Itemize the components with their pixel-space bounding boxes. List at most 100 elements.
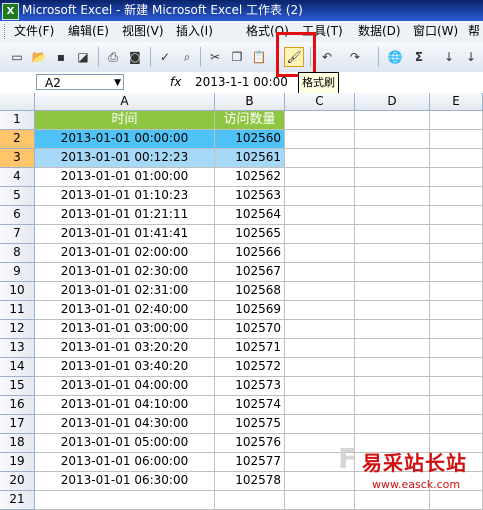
copy-icon[interactable]: ❐ [228, 48, 246, 66]
visits-cell[interactable]: 102573 [215, 377, 285, 396]
cell[interactable] [355, 320, 430, 339]
cell[interactable] [285, 111, 355, 130]
visits-cell[interactable]: 102566 [215, 244, 285, 263]
time-cell[interactable]: 2013-01-01 00:12:23 [35, 149, 215, 168]
row-header[interactable]: 13 [0, 339, 35, 358]
visits-cell[interactable]: 102564 [215, 206, 285, 225]
cell[interactable] [285, 339, 355, 358]
cell[interactable] [355, 415, 430, 434]
spelling-icon[interactable]: ✓ [156, 48, 174, 66]
cell[interactable] [285, 301, 355, 320]
cell[interactable] [430, 263, 483, 282]
time-cell[interactable]: 2013-01-01 01:21:11 [35, 206, 215, 225]
visits-cell[interactable]: 102563 [215, 187, 285, 206]
cell[interactable] [355, 149, 430, 168]
row-header[interactable]: 7 [0, 225, 35, 244]
time-cell[interactable]: 2013-01-01 04:00:00 [35, 377, 215, 396]
time-cell[interactable]: 2013-01-01 06:00:00 [35, 453, 215, 472]
time-cell[interactable] [35, 491, 215, 510]
cell[interactable] [355, 396, 430, 415]
row-header[interactable]: 20 [0, 472, 35, 491]
cell[interactable] [430, 301, 483, 320]
column-header-a[interactable]: A [35, 93, 215, 111]
cell[interactable] [355, 130, 430, 149]
cell[interactable] [285, 263, 355, 282]
visits-cell[interactable] [215, 491, 285, 510]
cell[interactable] [355, 225, 430, 244]
time-cell[interactable]: 2013-01-01 05:00:00 [35, 434, 215, 453]
cell[interactable] [285, 225, 355, 244]
cell[interactable] [430, 130, 483, 149]
cell[interactable] [355, 377, 430, 396]
cell[interactable] [430, 339, 483, 358]
cell[interactable] [430, 320, 483, 339]
row-header[interactable]: 6 [0, 206, 35, 225]
menu-window[interactable]: 窗口(W) [413, 21, 458, 42]
cell[interactable] [430, 415, 483, 434]
time-cell[interactable]: 2013-01-01 06:30:00 [35, 472, 215, 491]
menu-grip[interactable] [4, 24, 8, 39]
time-cell[interactable]: 2013-01-01 03:40:20 [35, 358, 215, 377]
row-header[interactable]: 1 [0, 111, 35, 130]
visits-cell[interactable]: 102560 [215, 130, 285, 149]
row-header[interactable]: 3 [0, 149, 35, 168]
visits-cell[interactable]: 102572 [215, 358, 285, 377]
time-cell[interactable]: 2013-01-01 01:10:23 [35, 187, 215, 206]
cell[interactable] [430, 377, 483, 396]
cell[interactable] [430, 396, 483, 415]
new-icon[interactable]: ▭ [8, 48, 26, 66]
row-header[interactable]: 14 [0, 358, 35, 377]
row-header[interactable]: 16 [0, 396, 35, 415]
visits-cell[interactable]: 102568 [215, 282, 285, 301]
cut-icon[interactable]: ✂ [206, 48, 224, 66]
fx-icon[interactable]: fx [170, 74, 181, 90]
cell[interactable] [355, 187, 430, 206]
cell[interactable] [430, 111, 483, 130]
time-cell[interactable]: 2013-01-01 04:30:00 [35, 415, 215, 434]
sort-asc-icon[interactable]: ↓ [440, 48, 458, 66]
cell[interactable] [355, 491, 430, 510]
visits-cell[interactable]: 102577 [215, 453, 285, 472]
cell[interactable] [355, 111, 430, 130]
visits-cell[interactable]: 102565 [215, 225, 285, 244]
menu-help[interactable]: 帮 [468, 21, 480, 42]
cell[interactable] [355, 282, 430, 301]
cell[interactable] [355, 263, 430, 282]
row-header[interactable]: 2 [0, 130, 35, 149]
visits-cell[interactable]: 102576 [215, 434, 285, 453]
cell[interactable] [430, 168, 483, 187]
cell[interactable] [430, 244, 483, 263]
header-cell-visits[interactable]: 访问数量 [215, 111, 285, 130]
menu-file[interactable]: 文件(F) [14, 21, 54, 42]
cell[interactable] [285, 187, 355, 206]
header-cell-time[interactable]: 时间 [35, 111, 215, 130]
time-cell[interactable]: 2013-01-01 02:30:00 [35, 263, 215, 282]
autosum-icon[interactable]: Σ [410, 48, 428, 66]
visits-cell[interactable]: 102575 [215, 415, 285, 434]
visits-cell[interactable]: 102561 [215, 149, 285, 168]
redo-icon[interactable]: ↷ [346, 48, 364, 66]
cell[interactable] [285, 149, 355, 168]
cell[interactable] [355, 339, 430, 358]
sort-desc-icon[interactable]: ↓ [462, 48, 480, 66]
time-cell[interactable]: 2013-01-01 04:10:00 [35, 396, 215, 415]
row-header[interactable]: 17 [0, 415, 35, 434]
cell[interactable] [430, 491, 483, 510]
cell[interactable] [285, 206, 355, 225]
name-box[interactable]: A2 ▼ [36, 74, 124, 90]
permission-icon[interactable]: ◪ [74, 48, 92, 66]
cell[interactable] [285, 377, 355, 396]
row-header[interactable]: 19 [0, 453, 35, 472]
row-header[interactable]: 10 [0, 282, 35, 301]
cell[interactable] [285, 130, 355, 149]
cell[interactable] [430, 358, 483, 377]
cell[interactable] [430, 225, 483, 244]
time-cell[interactable]: 2013-01-01 03:20:20 [35, 339, 215, 358]
visits-cell[interactable]: 102569 [215, 301, 285, 320]
paste-icon[interactable]: 📋 [250, 48, 268, 66]
cell[interactable] [430, 187, 483, 206]
visits-cell[interactable]: 102578 [215, 472, 285, 491]
research-icon[interactable]: ⌕ [178, 48, 196, 66]
menu-view[interactable]: 视图(V) [122, 21, 164, 42]
time-cell[interactable]: 2013-01-01 00:00:00 [35, 130, 215, 149]
